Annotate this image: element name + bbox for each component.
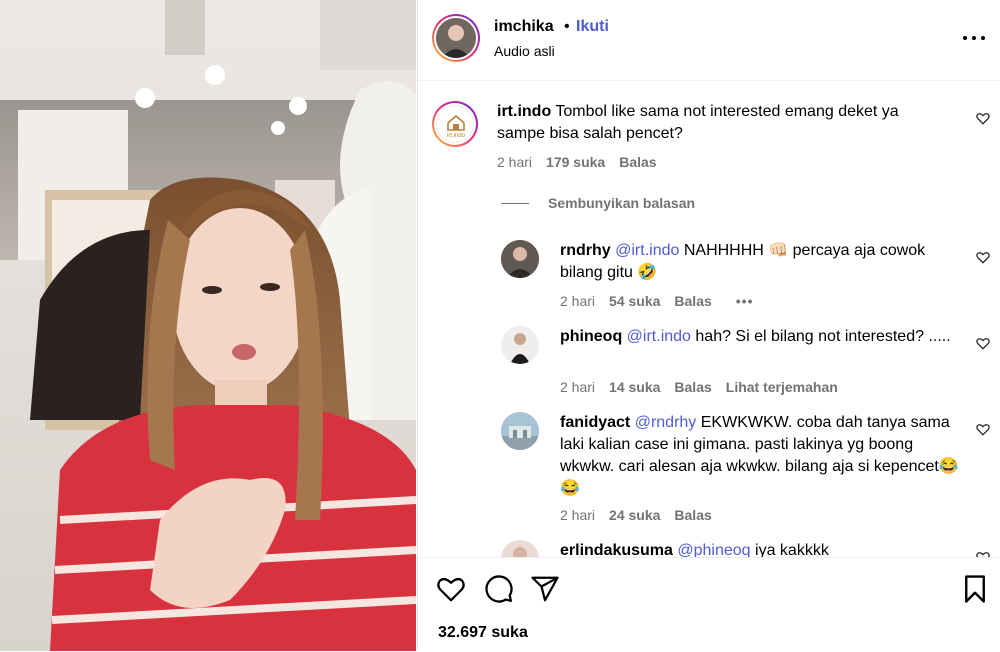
commenter-username[interactable]: fanidyact [560, 414, 630, 431]
reply-button[interactable]: Balas [674, 507, 711, 523]
commenter-username[interactable]: erlindakusuma [560, 542, 673, 557]
svg-text:irt.indo: irt.indo [447, 133, 466, 139]
reply-button[interactable]: Balas [674, 379, 711, 395]
comment-likes[interactable]: 179 suka [546, 154, 605, 170]
heart-icon[interactable] [436, 574, 466, 604]
post-actions: 32.697 suka [418, 557, 1000, 652]
share-icon[interactable] [530, 574, 560, 604]
comments-list[interactable]: irt.indo irt.indo Tombol like sama not i… [418, 81, 1000, 557]
comment-heart-icon[interactable] [976, 423, 990, 436]
mention-link[interactable]: @irt.indo [615, 242, 679, 259]
comment-heart-icon[interactable] [976, 251, 990, 264]
commenter-username[interactable]: phineoq [560, 328, 622, 345]
hide-replies-button[interactable]: Sembunyikan balasan [548, 195, 695, 211]
comment-likes[interactable]: 14 suka [609, 379, 660, 395]
commenter-avatar[interactable] [501, 240, 539, 278]
comment-time[interactable]: 2 hari [560, 293, 595, 309]
commenter-username[interactable]: irt.indo [497, 103, 551, 120]
commenter-avatar[interactable] [501, 412, 539, 450]
post-video[interactable] [0, 0, 416, 651]
comment-heart-icon[interactable] [976, 337, 990, 350]
video-frame-illustration [0, 0, 416, 651]
post-header: imchika • Ikuti Audio asli [418, 0, 1000, 81]
comment-icon[interactable] [484, 574, 514, 604]
comment-time[interactable]: 2 hari [497, 154, 532, 170]
commenter-avatar[interactable] [501, 540, 539, 557]
mention-link[interactable]: @rndrhy [635, 414, 697, 431]
comment-time[interactable]: 2 hari [560, 379, 595, 395]
mention-link[interactable]: @phineoq [677, 542, 750, 557]
author-username[interactable]: imchika [494, 18, 554, 36]
commenter-avatar[interactable]: irt.indo [432, 101, 478, 147]
reply-button[interactable]: Balas [674, 293, 711, 309]
comment-heart-icon[interactable] [976, 112, 990, 125]
comment-text: Tombol like sama not interested emang de… [497, 103, 899, 142]
translate-button[interactable]: Lihat terjemahan [726, 379, 838, 395]
more-options-icon[interactable] [963, 36, 987, 44]
author-avatar[interactable] [432, 14, 480, 62]
bookmark-icon[interactable] [960, 574, 990, 604]
comment-text: iya kakkkk [755, 542, 829, 557]
commenter-username[interactable]: rndrhy [560, 242, 611, 259]
commenter-avatar[interactable] [501, 326, 539, 364]
comment-text: hah? Si el bilang not interested? ..... [695, 328, 951, 345]
comment-time[interactable]: 2 hari [560, 507, 595, 523]
follow-button[interactable]: Ikuti [576, 18, 609, 36]
comment-likes[interactable]: 24 suka [609, 507, 660, 523]
audio-label[interactable]: Audio asli [494, 43, 555, 59]
hide-replies-line [501, 203, 529, 204]
likes-count[interactable]: 32.697 suka [438, 624, 528, 642]
mention-link[interactable]: @irt.indo [627, 328, 691, 345]
header-separator: • [564, 18, 570, 35]
post-side-panel: imchika • Ikuti Audio asli irt.indo irt.… [417, 0, 1000, 652]
comment-likes[interactable]: 54 suka [609, 293, 660, 309]
reply-button[interactable]: Balas [619, 154, 656, 170]
comment-more-icon[interactable]: ••• [736, 293, 754, 309]
